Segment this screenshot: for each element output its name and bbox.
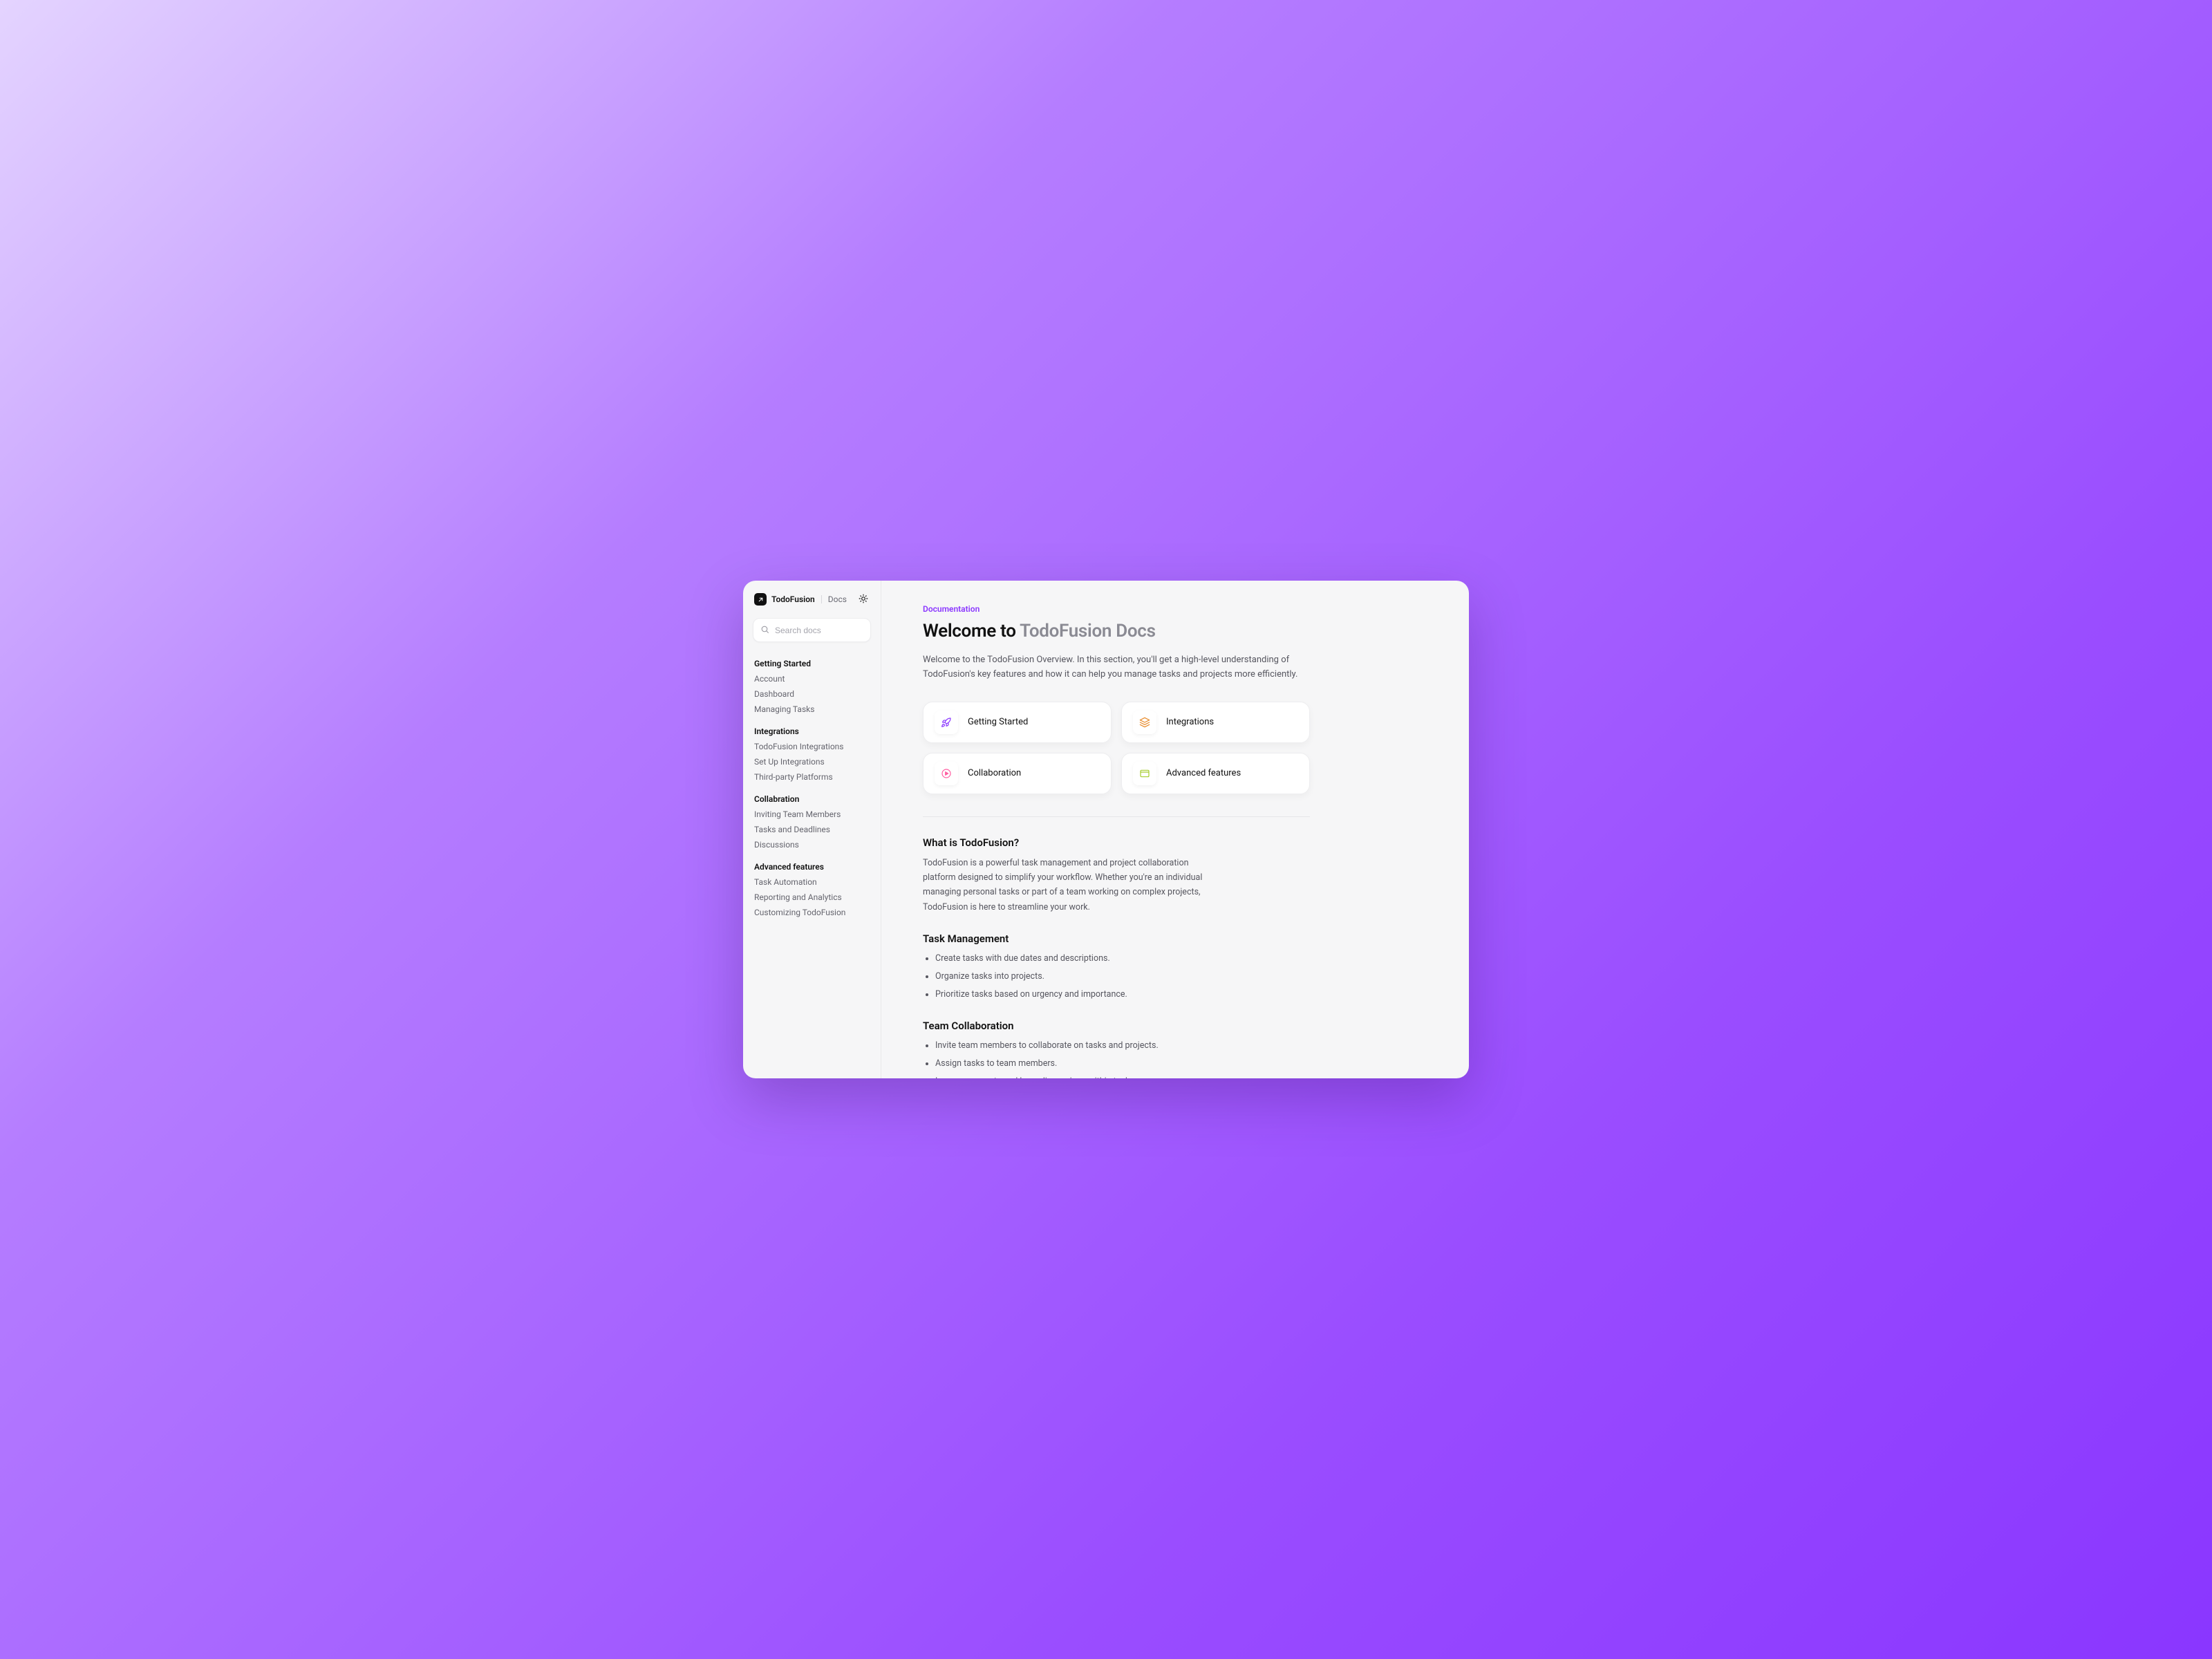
nav-group: Integrations TodoFusion Integrations Set U… bbox=[754, 727, 870, 782]
nav-item[interactable]: Account bbox=[754, 674, 870, 684]
section-task: Task Management Create tasks with due da… bbox=[923, 932, 1310, 1002]
section-what: What is TodoFusion? TodoFusion is a powe… bbox=[923, 836, 1310, 915]
sidebar: TodoFusion Docs Getting Started Account Da… bbox=[743, 581, 881, 1078]
nav-item[interactable]: Third-party Platforms bbox=[754, 772, 870, 782]
nav-item[interactable]: Reporting and Analytics bbox=[754, 892, 870, 902]
nav-heading: Collabration bbox=[754, 794, 870, 804]
card-label: Getting Started bbox=[968, 717, 1028, 727]
feature-card[interactable]: Integrations bbox=[1121, 702, 1310, 743]
search-bar[interactable] bbox=[753, 618, 871, 642]
app-window: TodoFusion Docs Getting Started Account Da… bbox=[743, 581, 1469, 1078]
section-heading: What is TodoFusion? bbox=[923, 836, 1310, 849]
play-icon bbox=[935, 762, 958, 785]
nav-item[interactable]: Set Up Integrations bbox=[754, 757, 870, 767]
nav-group: Getting Started Account Dashboard Managing … bbox=[754, 659, 870, 714]
search-input[interactable] bbox=[775, 626, 863, 635]
section-heading: Team Collaboration bbox=[923, 1020, 1310, 1032]
rocket-icon bbox=[935, 711, 958, 734]
theme-toggle[interactable] bbox=[857, 593, 870, 606]
feature-cards: Getting Started Integrations Collaboration… bbox=[923, 702, 1310, 794]
list-item: Prioritize tasks based on urgency and im… bbox=[935, 988, 1310, 1002]
intro-paragraph: Welcome to the TodoFusion Overview. In t… bbox=[923, 653, 1310, 682]
brand-sub: Docs bbox=[828, 594, 847, 604]
window-icon bbox=[1133, 762, 1156, 785]
nav-item[interactable]: Discussions bbox=[754, 840, 870, 850]
logo-icon bbox=[754, 593, 767, 606]
page-title: Welcome to TodoFusion Docs bbox=[923, 621, 1441, 641]
section-list: Invite team members to collaborate on ta… bbox=[923, 1039, 1310, 1078]
nav-item[interactable]: Tasks and Deadlines bbox=[754, 825, 870, 834]
list-item: Leave comments and have discussions with… bbox=[935, 1075, 1310, 1078]
title-muted: TodoFusion Docs bbox=[1020, 621, 1156, 641]
sun-icon bbox=[859, 593, 868, 606]
brand[interactable]: TodoFusion Docs bbox=[754, 593, 847, 606]
feature-card[interactable]: Getting Started bbox=[923, 702, 1112, 743]
nav-item[interactable]: TodoFusion Integrations bbox=[754, 742, 870, 751]
nav-item[interactable]: Customizing TodoFusion bbox=[754, 908, 870, 917]
search-icon bbox=[760, 624, 769, 637]
nav-item[interactable]: Inviting Team Members bbox=[754, 809, 870, 819]
section-list: Create tasks with due dates and descript… bbox=[923, 952, 1310, 1002]
nav-item[interactable]: Managing Tasks bbox=[754, 704, 870, 714]
card-label: Collaboration bbox=[968, 768, 1021, 778]
card-label: Advanced features bbox=[1166, 768, 1241, 778]
section-team: Team Collaboration Invite team members t… bbox=[923, 1020, 1310, 1078]
nav-item[interactable]: Task Automation bbox=[754, 877, 870, 887]
brand-separator bbox=[821, 595, 822, 603]
nav-group: Advanced features Task Automation Reportin… bbox=[754, 862, 870, 917]
list-item: Assign tasks to team members. bbox=[935, 1057, 1310, 1071]
list-item: Organize tasks into projects. bbox=[935, 970, 1310, 984]
title-prefix: Welcome to bbox=[923, 621, 1020, 641]
eyebrow: Documentation bbox=[923, 604, 1441, 614]
feature-card[interactable]: Advanced features bbox=[1121, 753, 1310, 794]
nav-heading: Advanced features bbox=[754, 862, 870, 872]
card-label: Integrations bbox=[1166, 717, 1214, 727]
section-heading: Task Management bbox=[923, 932, 1310, 945]
list-item: Create tasks with due dates and descript… bbox=[935, 952, 1310, 966]
list-item: Invite team members to collaborate on ta… bbox=[935, 1039, 1310, 1053]
nav-heading: Getting Started bbox=[754, 659, 870, 668]
brand-row: TodoFusion Docs bbox=[753, 593, 871, 608]
divider bbox=[923, 816, 1310, 817]
nav-item[interactable]: Dashboard bbox=[754, 689, 870, 699]
sidebar-nav: Getting Started Account Dashboard Managing … bbox=[753, 659, 871, 917]
feature-card[interactable]: Collaboration bbox=[923, 753, 1112, 794]
main-content: Documentation Welcome to TodoFusion Docs… bbox=[881, 581, 1469, 1078]
nav-group: Collabration Inviting Team Members Tasks a… bbox=[754, 794, 870, 850]
stack-icon bbox=[1133, 711, 1156, 734]
brand-name: TodoFusion bbox=[771, 594, 815, 604]
nav-heading: Integrations bbox=[754, 727, 870, 736]
section-body: TodoFusion is a powerful task management… bbox=[923, 856, 1213, 915]
